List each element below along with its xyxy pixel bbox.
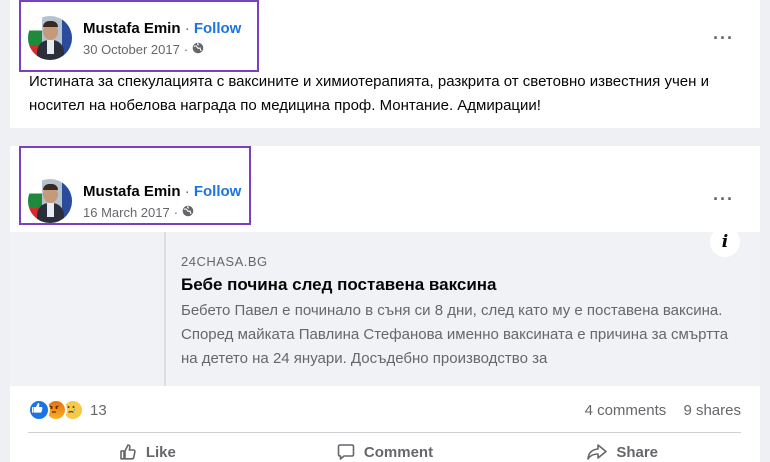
shares-count[interactable]: 9 shares: [683, 402, 741, 419]
actions-divider: [28, 432, 741, 433]
reactions-count: 13: [90, 401, 107, 419]
info-icon[interactable]: i: [710, 227, 740, 257]
more-options-icon[interactable]: ···: [713, 28, 734, 49]
share-label: Share: [616, 443, 659, 461]
share-icon: [587, 444, 608, 460]
like-reaction-icon: [28, 399, 50, 421]
reactions-summary[interactable]: 13: [28, 399, 107, 421]
like-label: Like: [145, 443, 176, 461]
link-preview[interactable]: i 24CHASA.BG Бебе почина след поставена …: [10, 227, 760, 386]
link-domain: 24CHASA.BG: [181, 254, 268, 269]
comment-label: Comment: [363, 443, 434, 461]
author-highlight-box: [19, 146, 251, 225]
author-highlight-box: [19, 0, 259, 72]
post-text: Истината за спекулацията с ваксините и х…: [29, 73, 709, 114]
more-options-icon[interactable]: ···: [713, 189, 734, 210]
share-button[interactable]: Share: [503, 442, 741, 462]
like-button[interactable]: Like: [28, 442, 266, 462]
post-actions: Like Comment Share: [28, 442, 741, 462]
comments-count[interactable]: 4 comments: [585, 402, 667, 419]
like-icon: [120, 444, 136, 460]
comment-button[interactable]: Comment: [266, 442, 504, 462]
link-title[interactable]: Бебе почина след поставена ваксина: [181, 275, 741, 295]
post-stats: 13 4 comments 9 shares: [28, 398, 741, 422]
link-thumbnail-divider: [164, 232, 166, 386]
link-description: Бебето Павел е починало в съня си 8 дни,…: [181, 302, 729, 367]
comment-icon: [337, 444, 355, 460]
